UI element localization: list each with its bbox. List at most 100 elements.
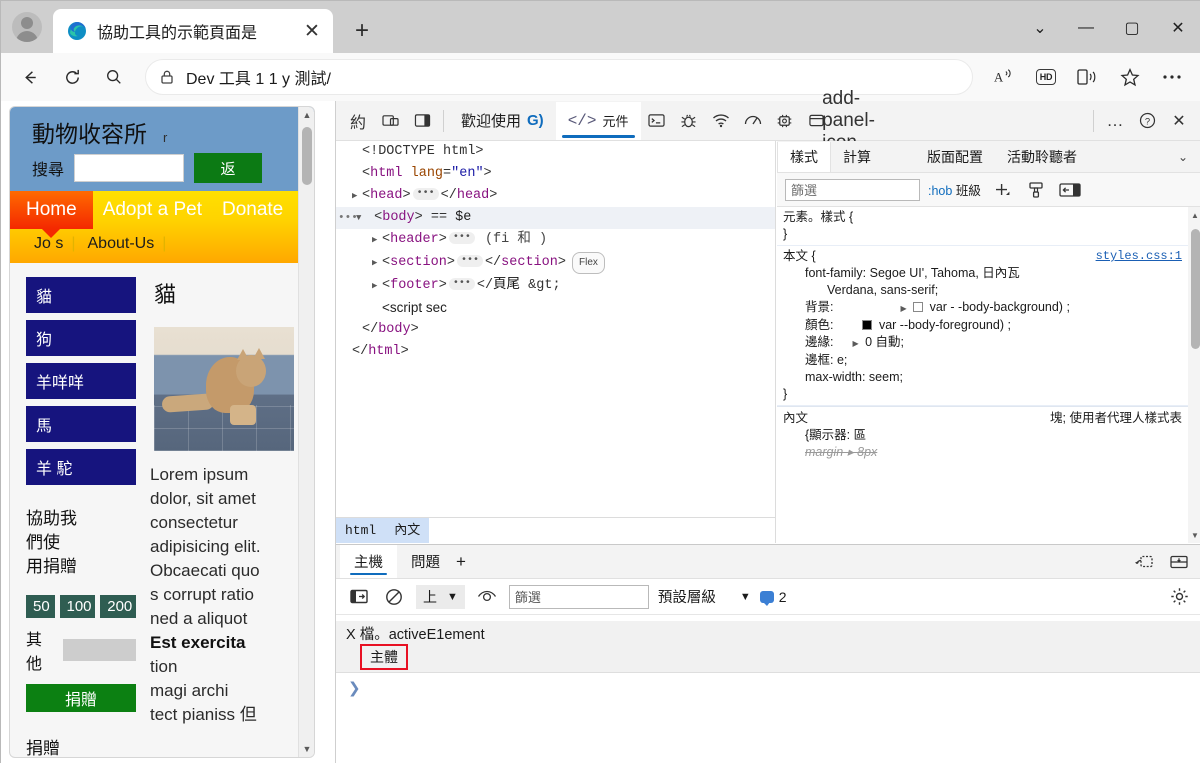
console-prompt[interactable]: ❯: [336, 673, 1200, 703]
collapsed-children-icon[interactable]: •••: [448, 232, 475, 245]
memory-icon[interactable]: [769, 106, 801, 136]
console-context-select[interactable]: 上 ▼: [416, 584, 465, 609]
dom-line[interactable]: </html>: [336, 341, 775, 363]
style-rule-body[interactable]: styles.css:1 本文 { font-family: Segoe UI'…: [777, 246, 1188, 406]
eye-icon[interactable]: [474, 584, 500, 610]
tab-styles[interactable]: 樣式: [777, 141, 831, 172]
performance-icon[interactable]: [737, 106, 769, 136]
overflow-menu-icon[interactable]: …: [1099, 106, 1131, 136]
donate-button[interactable]: 捐贈: [26, 684, 136, 712]
css-property-font-family-cont[interactable]: Verdana, sans-serif;: [783, 282, 1188, 299]
hov-class-toggle[interactable]: :hob 班級: [928, 180, 981, 199]
style-rule-element[interactable]: 元素。樣式 { }: [777, 207, 1188, 246]
amount-button-200[interactable]: 200: [100, 595, 136, 618]
css-property-max-width[interactable]: max-width: seem;: [783, 369, 1188, 386]
ua-property-display[interactable]: {顯示器: 區: [783, 427, 1182, 444]
minimize-icon[interactable]: —: [1063, 9, 1109, 47]
collapsed-children-icon[interactable]: •••: [412, 188, 439, 201]
scroll-up-icon[interactable]: ▲: [1188, 207, 1200, 223]
console-highlighted-value[interactable]: 主體: [360, 644, 408, 670]
dom-line[interactable]: ▶ <header> ••• (fi 和 ): [336, 229, 775, 251]
breadcrumb-item-html[interactable]: html: [336, 517, 386, 543]
browser-tab[interactable]: 協助工具的示範頁面是 ✕: [53, 9, 333, 53]
dom-line-body-selected[interactable]: ••• ▼ <body> == $e: [336, 207, 775, 229]
settings-more-icon[interactable]: [1153, 59, 1191, 95]
css-property-font-family[interactable]: font-family: Segoe UI', Tahoma, 日內瓦: [783, 265, 1188, 282]
scroll-up-icon[interactable]: ▲: [299, 107, 314, 123]
toggle-sidebar-icon[interactable]: [1057, 178, 1083, 202]
dom-tree-pane[interactable]: <!DOCTYPE html> <html lang="en"> ▶ <head>…: [336, 141, 776, 543]
css-property-margin[interactable]: 邊緣: ▶ 0 自動;: [783, 334, 1188, 352]
tab-event-listeners[interactable]: 活動聆聽者: [995, 142, 1089, 172]
maximize-icon[interactable]: ▢: [1109, 9, 1155, 47]
chevron-down-icon[interactable]: ⌄: [1178, 150, 1200, 164]
css-property-background[interactable]: 背景: ▶ var - -body-background) ;: [783, 299, 1188, 317]
nav-item-home[interactable]: Home: [10, 191, 93, 229]
console-filter-input[interactable]: 篩選: [508, 584, 649, 609]
network-icon[interactable]: [705, 106, 737, 136]
split-screen-icon[interactable]: [1069, 59, 1107, 95]
scroll-down-icon[interactable]: ▼: [1188, 527, 1200, 543]
new-rule-icon[interactable]: [989, 178, 1015, 202]
tab-issues[interactable]: 問題: [397, 545, 454, 578]
amount-button-50[interactable]: 50: [26, 595, 55, 618]
dom-line[interactable]: <!DOCTYPE html>: [336, 141, 775, 163]
tab-elements[interactable]: </> 元件: [555, 101, 641, 140]
style-paint-icon[interactable]: [1023, 178, 1049, 202]
styles-scrollbar[interactable]: ▲ ▼: [1188, 207, 1200, 543]
expand-arrow-icon[interactable]: ▶: [372, 230, 382, 250]
dom-line[interactable]: <script sec: [336, 297, 775, 319]
dom-line[interactable]: </body>: [336, 319, 775, 341]
inspect-label[interactable]: 約: [342, 106, 374, 136]
dom-line[interactable]: ▶ <section> ••• </section> Flex: [336, 251, 775, 275]
dom-line[interactable]: <html lang="en">: [336, 163, 775, 185]
hd-icon[interactable]: HD: [1027, 59, 1065, 95]
restore-drawer-icon[interactable]: [1130, 549, 1160, 575]
dock-side-icon[interactable]: [374, 106, 406, 136]
chevron-down-icon[interactable]: ⌄: [1017, 9, 1063, 47]
scroll-down-icon[interactable]: ▼: [299, 741, 314, 757]
animal-button-horse[interactable]: 馬: [26, 406, 136, 442]
other-amount-input[interactable]: [63, 639, 136, 661]
expand-arrow-icon[interactable]: ▶: [372, 253, 382, 273]
nav-item-adopt[interactable]: Adopt a Pet: [93, 191, 212, 229]
dom-line[interactable]: ▶ <footer> ••• </頁尾 &gt;: [336, 275, 775, 297]
console-icon[interactable]: [641, 106, 673, 136]
back-button[interactable]: 返: [194, 153, 263, 183]
debugger-icon[interactable]: [673, 106, 705, 136]
flex-badge[interactable]: Flex: [571, 252, 605, 274]
nav-item-donate[interactable]: Donate: [212, 191, 293, 229]
console-message[interactable]: X 檔。activeE1ement 主體: [336, 621, 1200, 673]
gear-icon[interactable]: [1166, 584, 1192, 610]
reload-icon[interactable]: [53, 58, 91, 96]
amount-button-100[interactable]: 100: [59, 595, 96, 618]
dock-bottom-icon[interactable]: [1164, 549, 1194, 575]
animal-button-cat[interactable]: 貓: [26, 277, 136, 313]
expand-arrow-icon[interactable]: ▶: [900, 304, 906, 313]
ua-property-margin[interactable]: margin-▸ 8px: [783, 444, 1182, 461]
collapsed-children-icon[interactable]: •••: [448, 278, 475, 291]
tab-welcome[interactable]: 歡迎使用 G): [449, 102, 556, 140]
clear-console-icon[interactable]: [381, 584, 407, 610]
scrollbar-thumb[interactable]: [302, 127, 312, 185]
search-input[interactable]: [74, 154, 185, 182]
ua-stylesheet-rule[interactable]: 塊; 使用者代理人樣式表 內文 {顯示器: 區 margin-▸ 8px: [777, 406, 1188, 464]
favorite-icon[interactable]: [1111, 59, 1149, 95]
console-level-select[interactable]: 預設層級 ▼: [658, 586, 751, 607]
breadcrumb-item-body[interactable]: 內文: [385, 517, 430, 543]
close-devtools-icon[interactable]: ✕: [1163, 106, 1195, 136]
node-menu-icon[interactable]: •••: [338, 208, 358, 228]
help-icon[interactable]: ?: [1131, 106, 1163, 136]
dom-line[interactable]: ▶ <head> ••• </head>: [336, 185, 775, 207]
close-icon[interactable]: ✕: [297, 16, 327, 46]
css-property-border[interactable]: 邊框: e;: [783, 352, 1188, 369]
profile-button[interactable]: [1, 1, 53, 53]
expand-arrow-icon[interactable]: ▶: [372, 276, 382, 296]
color-swatch-white[interactable]: [913, 302, 924, 312]
add-drawer-tab-button[interactable]: +: [454, 546, 480, 578]
tab-layout[interactable]: 版面配置: [915, 142, 995, 172]
collapsed-children-icon[interactable]: •••: [456, 255, 483, 268]
device-panel-icon[interactable]: [406, 106, 438, 136]
add-panel-icon[interactable]: add-panel-icon: [822, 88, 875, 153]
expand-arrow-icon[interactable]: ▶: [852, 339, 858, 348]
